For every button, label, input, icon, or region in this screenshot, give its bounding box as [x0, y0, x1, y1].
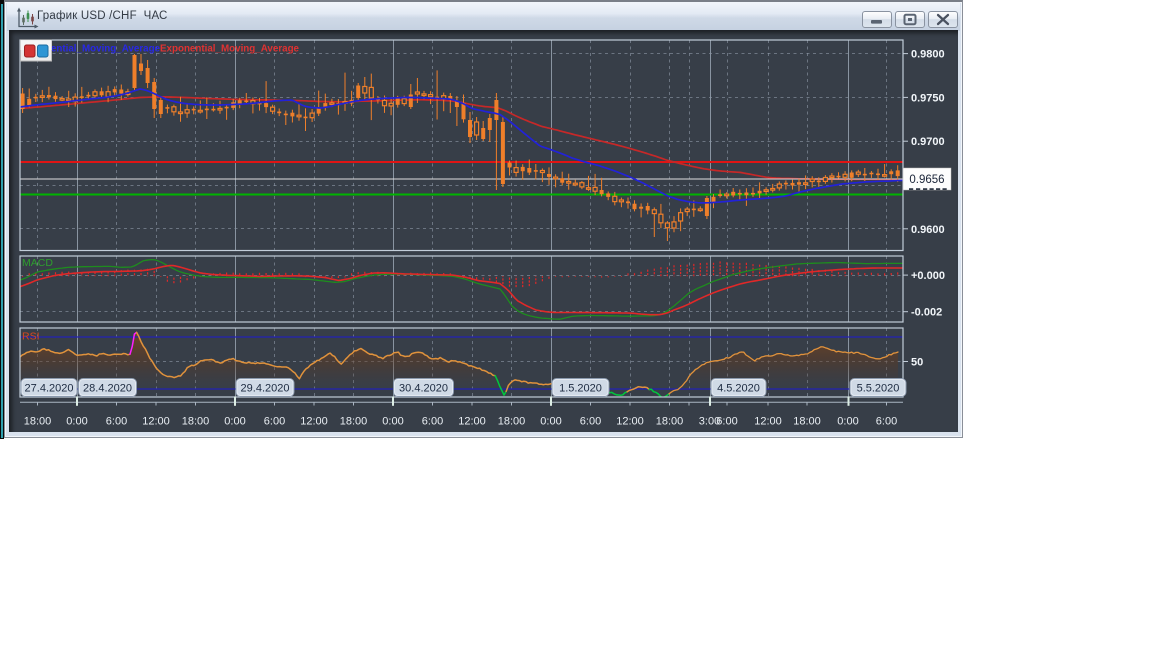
svg-text:6:00: 6:00: [264, 416, 285, 428]
svg-text:18:00: 18:00: [498, 416, 526, 428]
svg-text:0:00: 0:00: [540, 416, 561, 428]
svg-text:6:00: 6:00: [580, 416, 601, 428]
svg-text:29.4.2020: 29.4.2020: [241, 383, 290, 395]
svg-text:5.5.2020: 5.5.2020: [857, 383, 900, 395]
svg-text:1.5.2020: 1.5.2020: [559, 383, 602, 395]
svg-text:MACD: MACD: [22, 257, 53, 269]
svg-text:12:00: 12:00: [754, 416, 782, 428]
svg-text:6:00: 6:00: [106, 416, 127, 428]
svg-text:0.9750: 0.9750: [911, 92, 945, 104]
svg-text:0.9656: 0.9656: [909, 174, 944, 186]
svg-text:0.9600: 0.9600: [911, 224, 945, 236]
svg-text:Exponential_Moving_Average: Exponential_Moving_Average: [160, 44, 300, 55]
svg-text:50: 50: [911, 357, 923, 369]
svg-text:0:00: 0:00: [837, 416, 858, 428]
svg-text:18:00: 18:00: [793, 416, 821, 428]
svg-text:12:00: 12:00: [458, 416, 486, 428]
svg-text:28.4.2020: 28.4.2020: [83, 383, 132, 395]
svg-text:27.4.2020: 27.4.2020: [25, 383, 74, 395]
svg-text:6:00: 6:00: [422, 416, 443, 428]
svg-text:18:00: 18:00: [656, 416, 684, 428]
svg-text:0.9800: 0.9800: [911, 49, 945, 61]
svg-text:12:00: 12:00: [300, 416, 328, 428]
svg-text:0:00: 0:00: [66, 416, 87, 428]
svg-text:18:00: 18:00: [182, 416, 210, 428]
svg-text:18:00: 18:00: [340, 416, 368, 428]
svg-text:RSI: RSI: [22, 331, 40, 343]
svg-text:12:00: 12:00: [142, 416, 170, 428]
svg-text:12:00: 12:00: [616, 416, 644, 428]
svg-text:4.5.2020: 4.5.2020: [717, 383, 760, 395]
svg-text:0:00: 0:00: [224, 416, 245, 428]
svg-text:6:00: 6:00: [716, 416, 737, 428]
svg-text:0:00: 0:00: [382, 416, 403, 428]
svg-text:0.9700: 0.9700: [911, 136, 945, 148]
svg-text:6:00: 6:00: [876, 416, 897, 428]
svg-text:30.4.2020: 30.4.2020: [399, 383, 448, 395]
svg-text:18:00: 18:00: [24, 416, 52, 428]
svg-text:-0.002: -0.002: [911, 307, 942, 319]
svg-text:+0.000: +0.000: [911, 270, 945, 282]
